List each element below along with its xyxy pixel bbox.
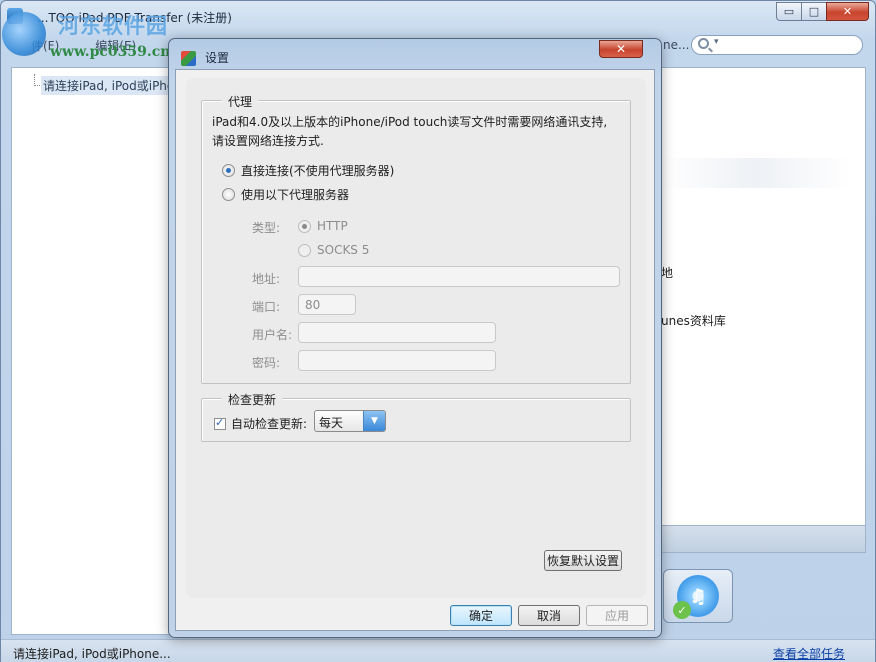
- settings-icon: [181, 51, 196, 66]
- radio-socks-label: SOCKS 5: [317, 243, 370, 257]
- update-group: 检查更新 自动检查更新: 每天 ▼: [201, 391, 631, 442]
- minimize-button[interactable]: ▭: [776, 2, 802, 21]
- radio-http[interactable]: [298, 219, 311, 233]
- proxy-username-field[interactable]: [298, 322, 496, 343]
- proxy-group-title: 代理: [222, 93, 259, 110]
- update-frequency-value: 每天: [319, 416, 344, 430]
- radio-proxy-label: 使用以下代理服务器: [241, 188, 350, 202]
- proxy-password-field[interactable]: [298, 350, 496, 371]
- dialog-title: 设置: [205, 51, 230, 65]
- restore-defaults-button[interactable]: 恢复默认设置: [544, 550, 622, 571]
- proxy-password-label: 密码:: [252, 356, 281, 370]
- tree-item-device[interactable]: 请连接iPad, iPod或iPho...: [41, 76, 188, 95]
- radio-proxy[interactable]: [222, 188, 235, 201]
- auto-check-label: 自动检查更新:: [231, 417, 308, 431]
- radio-type-socks[interactable]: SOCKS 5: [298, 243, 369, 257]
- dialog-body: 代理 iPad和4.0及以上版本的iPhone/iPod touch读写文件时需…: [175, 69, 655, 631]
- radio-use-proxy[interactable]: 使用以下代理服务器: [222, 186, 349, 203]
- search-icon: [698, 38, 709, 49]
- minimize-icon: ▭: [783, 5, 795, 18]
- maximize-icon: □: [808, 5, 820, 18]
- content-footer-bar: [661, 525, 866, 553]
- proxy-port-field[interactable]: 80: [298, 294, 356, 315]
- radio-direct-connection[interactable]: 直接连接(不使用代理服务器): [222, 162, 394, 179]
- proxy-address-field[interactable]: [298, 266, 620, 287]
- proxy-description: iPad和4.0及以上版本的iPhone/iPod touch读写文件时需要网络…: [212, 115, 608, 148]
- dialog-close-button[interactable]: ✕: [599, 40, 643, 58]
- apply-button[interactable]: 应用: [586, 605, 648, 626]
- maximize-button[interactable]: □: [801, 2, 827, 21]
- radio-http-label: HTTP: [317, 219, 348, 233]
- menu-item-file[interactable]: 件(F): [31, 37, 59, 54]
- status-bar: 请连接iPad, iPod或iPhone... 查看全部任务: [1, 639, 875, 662]
- content-text-fragment: 地: [661, 266, 674, 280]
- view-all-tasks-link[interactable]: 查看全部任务: [773, 645, 845, 662]
- proxy-type-label: 类型:: [252, 221, 281, 235]
- content-text-fragment: unes资料库: [661, 314, 726, 328]
- close-button[interactable]: ✕: [826, 2, 869, 21]
- itunes-icon: ♫ ✓: [673, 575, 719, 619]
- settings-panel: 代理 iPad和4.0及以上版本的iPhone/iPod touch读写文件时需…: [186, 78, 646, 598]
- content-divider: [661, 158, 851, 188]
- music-note-icon: ♫: [689, 584, 707, 608]
- title-bar[interactable]: ...TOO iPad PDF Transfer (未注册) ▭ □ ✕: [1, 1, 875, 31]
- itunes-button[interactable]: ♫ ✓: [663, 569, 733, 623]
- cancel-button[interactable]: 取消: [518, 605, 580, 626]
- close-icon: ✕: [615, 42, 627, 56]
- radio-direct-label: 直接连接(不使用代理服务器): [241, 164, 395, 178]
- chevron-down-icon[interactable]: ▼: [363, 411, 385, 431]
- radio-type-http[interactable]: HTTP: [298, 219, 348, 233]
- window-title: ...TOO iPad PDF Transfer (未注册): [37, 11, 232, 25]
- caption-buttons: ▭ □ ✕: [776, 2, 869, 22]
- device-tree: 请连接iPad, iPod或iPho...: [11, 67, 188, 635]
- menu-bar: 件(F) 编辑(E): [31, 37, 136, 54]
- settings-dialog: 设置 ✕ 代理 iPad和4.0及以上版本的iPhone/iPod touch读…: [168, 38, 662, 638]
- content-panel: 地 unes资料库: [661, 67, 866, 527]
- toolbar-text-fragment: ne...: [663, 38, 690, 52]
- auto-check-checkbox[interactable]: [214, 416, 226, 430]
- check-icon: ✓: [673, 601, 691, 619]
- radio-socks[interactable]: [298, 243, 311, 257]
- ok-button[interactable]: 确定: [450, 605, 512, 626]
- auto-check-update[interactable]: 自动检查更新:: [214, 415, 307, 432]
- search-input[interactable]: ▾: [691, 35, 863, 55]
- status-text: 请连接iPad, iPod或iPhone...: [13, 647, 171, 661]
- proxy-username-label: 用户名:: [252, 328, 293, 342]
- radio-direct[interactable]: [222, 164, 235, 177]
- proxy-port-label: 端口:: [252, 300, 281, 314]
- proxy-group: 代理 iPad和4.0及以上版本的iPhone/iPod touch读写文件时需…: [201, 93, 631, 384]
- menu-item-edit[interactable]: 编辑(E): [95, 37, 136, 54]
- update-group-title: 检查更新: [222, 391, 283, 408]
- app-icon: [7, 8, 23, 24]
- chevron-down-icon[interactable]: ▾: [714, 37, 719, 47]
- close-icon: ✕: [842, 5, 853, 18]
- proxy-address-label: 地址:: [252, 272, 281, 286]
- update-frequency-select[interactable]: 每天 ▼: [314, 410, 386, 432]
